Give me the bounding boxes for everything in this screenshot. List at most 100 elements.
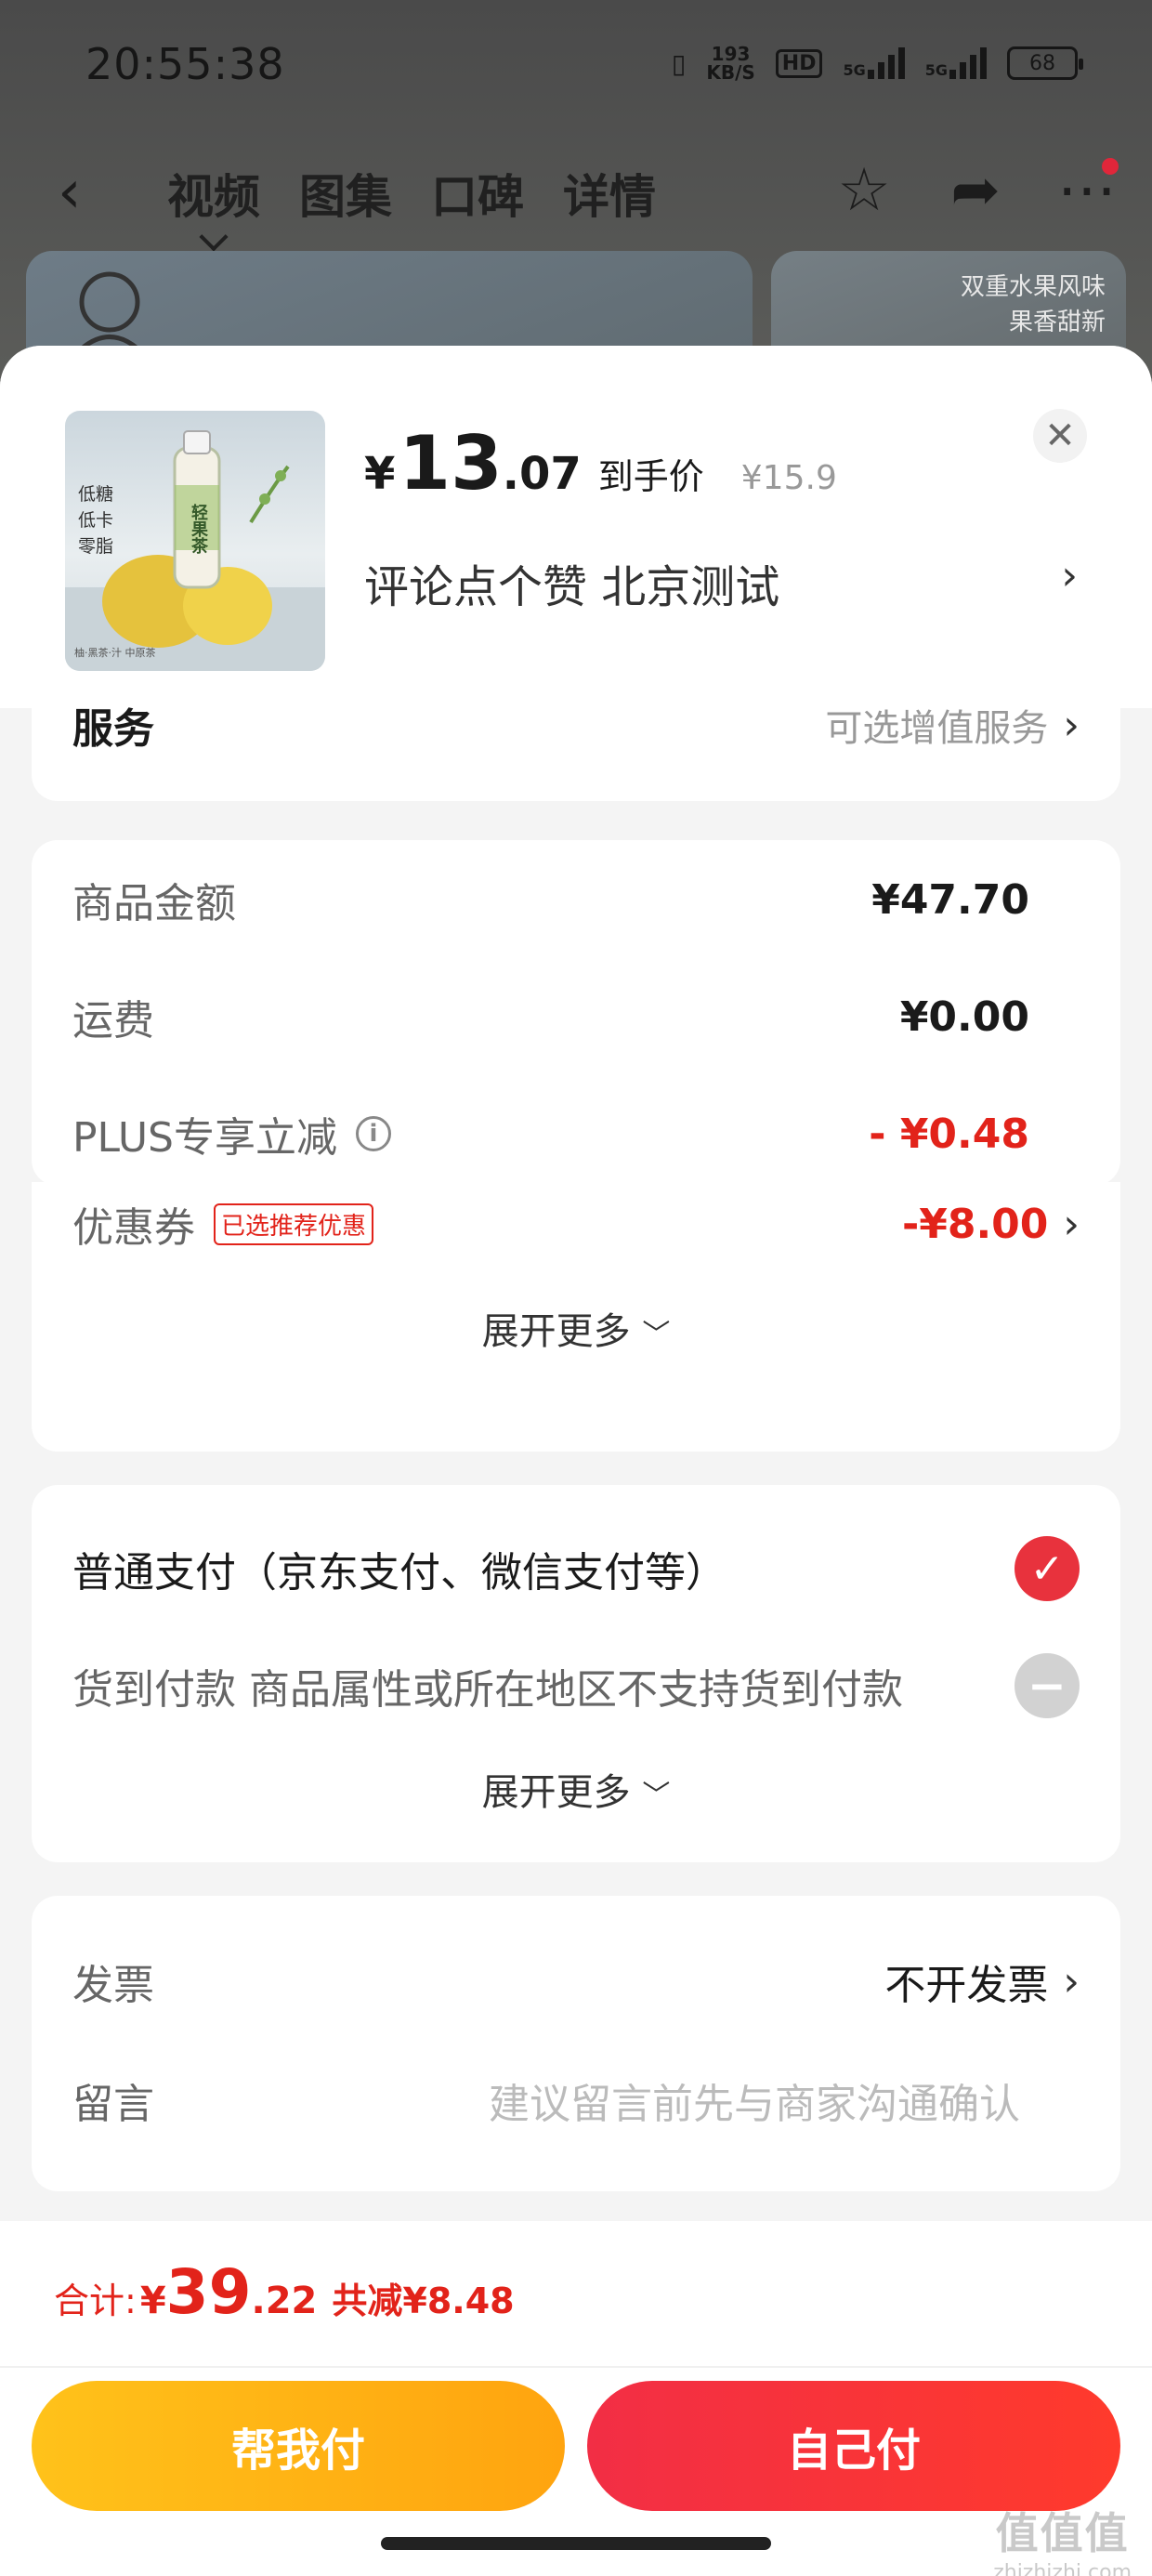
- share-icon[interactable]: ➦: [938, 156, 1013, 225]
- payment-normal-label: 普通支付（京东支付、微信支付等）: [72, 1549, 727, 1597]
- checkout-footer: 合计: ¥ 39 .22 共减¥8.48 帮我付 自己付 值值值 zhizhiz…: [0, 2221, 1152, 2576]
- status-time: 20:55:38: [85, 39, 285, 89]
- message-row: 留言 建议留言前先与商家沟通确认: [72, 2063, 1080, 2137]
- notification-dot: [1102, 158, 1119, 175]
- message-input[interactable]: 建议留言前先与商家沟通确认: [489, 2070, 1020, 2130]
- watermark: 值值值 zhizhizhi.com: [993, 2500, 1132, 2576]
- disabled-minus-icon: −: [1015, 1653, 1080, 1718]
- banner-slogan: 双重水果风味 果香甜新: [961, 269, 1106, 340]
- chevron-right-icon: ›: [1063, 1957, 1080, 2005]
- banner-slogan-line-2: 果香甜新: [1008, 309, 1106, 336]
- price-integer: 13: [399, 420, 503, 506]
- shipping-label: 运费: [72, 997, 154, 1045]
- footer-divider: [0, 2366, 1152, 2368]
- coupon-card: 优惠券 已选推荐优惠 -¥8.00 › 展开更多 ﹀: [32, 1182, 1120, 1452]
- chevron-down-icon: ﹀: [642, 1319, 671, 1351]
- nav-actions: ☆ ➦ ⋯: [827, 156, 1124, 225]
- chevron-right-icon: ›: [1063, 1200, 1080, 1248]
- tab-video[interactable]: 视频: [167, 160, 260, 227]
- payment-option-normal[interactable]: 普通支付（京东支付、微信支付等） ✓: [72, 1531, 1080, 1606]
- payment-cod-label: 货到付款 商品属性或所在地区不支持货到付款: [72, 1666, 903, 1714]
- banner-slogan-line-1: 双重水果风味: [960, 273, 1106, 301]
- goods-amount-label: 商品金额: [72, 880, 236, 927]
- thumb-feature-1: 低糖: [78, 484, 114, 505]
- goods-amount-value: ¥47.70: [871, 875, 1029, 924]
- service-row[interactable]: 服务 可选增值服务 ›: [72, 702, 1080, 754]
- tab-gallery[interactable]: 图集: [299, 160, 392, 227]
- service-card: 服务 可选增值服务 ›: [32, 702, 1120, 801]
- signal-icon-2: 5G: [925, 47, 987, 79]
- plus-discount-value: - ¥0.48: [869, 1110, 1029, 1158]
- signal-2-label: 5G: [924, 61, 948, 79]
- more-icon[interactable]: ⋯: [1050, 156, 1124, 225]
- spec-selector[interactable]: 评论点个赞 北京测试: [364, 550, 779, 615]
- total-integer: 39: [165, 2256, 252, 2328]
- total-label: 合计:: [54, 2280, 137, 2321]
- checkout-sheet: 低糖 低卡 零脂 轻果茶 柚·黑茶·汁 中原茶 ¥ 13 .07 到手价 ¥15…: [0, 346, 1152, 2576]
- coupon-label: 优惠券: [72, 1204, 195, 1252]
- price-decimal: .07: [502, 448, 582, 500]
- self-pay-button[interactable]: 自己付: [587, 2381, 1120, 2511]
- invoice-value: 不开发票: [884, 1962, 1049, 2009]
- nav-tabs: 视频 图集 口碑 详情: [167, 160, 656, 227]
- hd-icon: HD: [775, 48, 823, 78]
- signal-icon-1: 5G: [843, 47, 905, 79]
- shipping-row: 运费 ¥0.00: [72, 989, 1080, 1045]
- vibrate-icon: ▯: [671, 47, 687, 79]
- total-line: 合计: ¥ 39 .22 共减¥8.48: [54, 2256, 515, 2328]
- battery-icon: 68: [1007, 46, 1083, 80]
- service-label: 服务: [72, 705, 154, 753]
- invoice-row[interactable]: 发票 不开发票 ›: [72, 1944, 1080, 2018]
- price-tag: 到手价: [597, 456, 704, 497]
- coupon-row[interactable]: 优惠券 已选推荐优惠 -¥8.00 ›: [72, 1182, 1080, 1266]
- plus-discount-row: PLUS专享立减 i - ¥0.48: [72, 1106, 1080, 1163]
- checkmark-selected-icon[interactable]: ✓: [1015, 1536, 1080, 1601]
- invoice-label: 发票: [72, 1962, 154, 2009]
- plus-discount-label: PLUS专享立减: [72, 1114, 337, 1162]
- product-page-background: 20:55:38 ▯ 193 KB/S HD 5G 5G 68 ‹ 视频 图集 …: [0, 0, 1152, 390]
- coupon-value: -¥8.00: [901, 1200, 1049, 1248]
- close-button[interactable]: ✕: [1033, 409, 1087, 463]
- total-currency: ¥: [139, 2280, 166, 2322]
- chevron-right-icon: ›: [1063, 701, 1080, 749]
- thumb-caption: 柚·黑茶·汁 中原茶: [74, 647, 156, 659]
- shipping-value: ¥0.00: [899, 992, 1029, 1041]
- total-saving: 共减¥8.48: [332, 2280, 515, 2321]
- net-speed-value: 193: [711, 43, 751, 65]
- product-thumbnail: 低糖 低卡 零脂 轻果茶 柚·黑茶·汁 中原茶: [65, 411, 325, 671]
- amount-card: 商品金额 ¥47.70 运费 ¥0.00 PLUS专享立减 i - ¥0.48: [32, 840, 1120, 1186]
- net-speed-unit: KB/S: [706, 61, 755, 84]
- home-indicator[interactable]: [381, 2537, 771, 2550]
- price-currency: ¥: [364, 448, 396, 500]
- message-label: 留言: [72, 2081, 154, 2128]
- service-value: 可选增值服务: [825, 707, 1049, 750]
- status-bar: 20:55:38 ▯ 193 KB/S HD 5G 5G 68: [0, 0, 1152, 139]
- expand-more-label: 展开更多: [481, 1771, 631, 1814]
- sheet-header: 低糖 低卡 零脂 轻果茶 柚·黑茶·汁 中原茶 ¥ 13 .07 到手价 ¥15…: [0, 346, 1152, 708]
- amount-expand-more[interactable]: 展开更多 ﹀: [32, 1301, 1120, 1355]
- thumb-feature-3: 零脂: [78, 536, 114, 557]
- chevron-right-icon[interactable]: ›: [1061, 552, 1078, 599]
- tab-reviews[interactable]: 口碑: [431, 160, 524, 227]
- thumb-feature-text: 低糖 低卡 零脂: [78, 481, 113, 559]
- info-icon[interactable]: i: [356, 1116, 391, 1151]
- close-icon: ✕: [1044, 414, 1076, 457]
- chevron-down-icon: ﹀: [642, 1780, 671, 1812]
- thumb-bottle-label: 轻果茶: [189, 504, 208, 554]
- tab-details[interactable]: 详情: [563, 160, 656, 227]
- watermark-sub: zhizhizhi.com: [993, 2561, 1132, 2576]
- back-icon[interactable]: ‹: [58, 158, 82, 227]
- battery-level: 68: [1029, 51, 1055, 75]
- thumb-feature-2: 低卡: [78, 510, 114, 531]
- total-decimal: .22: [251, 2280, 318, 2322]
- help-pay-button[interactable]: 帮我付: [32, 2381, 565, 2511]
- favorite-star-icon[interactable]: ☆: [827, 156, 901, 225]
- payment-card: 普通支付（京东支付、微信支付等） ✓ 货到付款 商品属性或所在地区不支持货到付款…: [32, 1485, 1120, 1862]
- expand-more-label: 展开更多: [481, 1310, 631, 1353]
- payment-option-cod: 货到付款 商品属性或所在地区不支持货到付款 −: [72, 1649, 1080, 1723]
- net-speed: 193 KB/S: [706, 45, 754, 82]
- invoice-card: 发票 不开发票 › 留言 建议留言前先与商家沟通确认: [32, 1896, 1120, 2191]
- signal-1-label: 5G: [843, 61, 866, 79]
- price-line: ¥ 13 .07 到手价 ¥15.9: [364, 420, 837, 506]
- payment-expand-more[interactable]: 展开更多 ﹀: [32, 1762, 1120, 1816]
